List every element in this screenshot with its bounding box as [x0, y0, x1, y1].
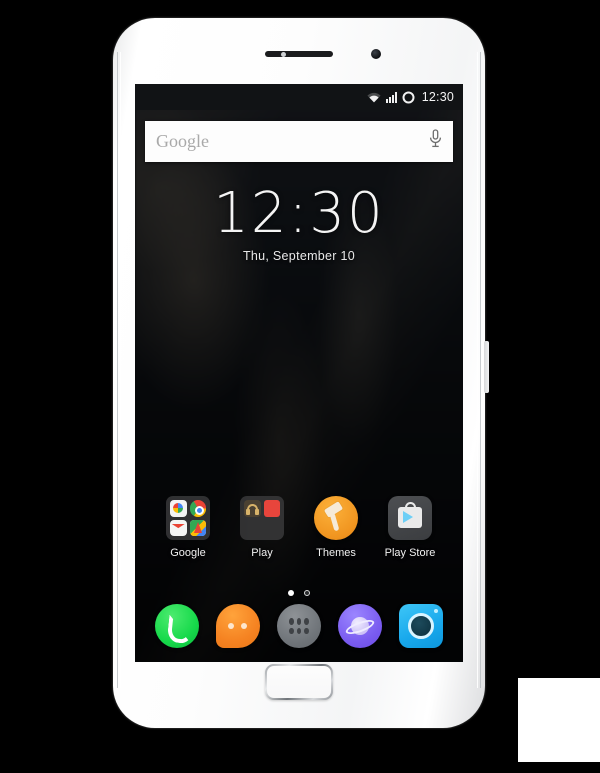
bubble-dot	[228, 623, 235, 629]
page-indicator	[135, 590, 463, 596]
paint-roller-icon	[314, 496, 358, 540]
dock-icon-camera[interactable]	[398, 604, 443, 648]
home-screen-app-row: Google Play Themes Play Store	[135, 496, 463, 559]
bag-body	[398, 507, 422, 528]
dock-icon-messages[interactable]	[216, 604, 261, 648]
phone-screen[interactable]: 12:30 Google 12:30 Thu, September 10 Goo…	[135, 84, 463, 662]
chrome-mini-icon	[189, 500, 206, 517]
app-icon-play-store[interactable]: Play Store	[379, 496, 441, 559]
clock-widget-time: 12:30	[213, 181, 385, 246]
camera-led	[433, 609, 438, 613]
clock-widget-date: Thu, September 10	[242, 249, 356, 263]
bezel-highlight-right-inner	[477, 52, 478, 688]
app-icon-play-folder[interactable]: Play	[231, 496, 293, 559]
folder-preview-google	[166, 496, 210, 540]
dock	[135, 604, 463, 648]
front-camera-lens	[371, 49, 381, 59]
play-store-bag-icon	[388, 496, 432, 540]
bubble-dot	[241, 623, 248, 629]
app-icon-google-folder[interactable]: Google	[157, 496, 219, 559]
play-movies-mini-icon	[263, 500, 280, 517]
app-icon-themes[interactable]: Themes	[305, 496, 367, 559]
search-input[interactable]: Google	[156, 131, 429, 152]
folder-empty-slot	[264, 520, 281, 537]
dock-icon-app-drawer[interactable]	[276, 604, 321, 648]
wifi-icon	[367, 92, 381, 103]
clock-widget[interactable]: 12:30 Thu, September 10	[135, 181, 463, 264]
page-dot-active[interactable]	[288, 590, 294, 596]
dock-icon-browser[interactable]	[337, 604, 382, 648]
bezel-highlight-right-outer	[480, 52, 481, 688]
microphone-icon[interactable]	[429, 129, 442, 154]
google-search-widget[interactable]: Google	[145, 121, 453, 162]
app-label: Themes	[316, 547, 356, 559]
app-drawer-dots-icon	[288, 618, 309, 634]
app-label: Google	[170, 547, 206, 559]
dock-icon-phone[interactable]	[155, 604, 200, 648]
home-button[interactable]	[265, 664, 333, 700]
play-music-mini-icon	[244, 500, 261, 517]
cellular-signal-icon	[385, 91, 397, 103]
folder-empty-slot	[244, 520, 261, 537]
earpiece-speaker	[265, 51, 333, 57]
phone-device-body: 12:30 Google 12:30 Thu, September 10 Goo…	[113, 18, 489, 728]
wallpaper	[135, 84, 463, 662]
volume-power-key[interactable]	[484, 341, 489, 393]
screenshot-canvas: 12:30 Google 12:30 Thu, September 10 Goo…	[0, 0, 600, 773]
status-bar[interactable]: 12:30	[135, 84, 463, 110]
folder-preview-play	[240, 496, 284, 540]
bezel-highlight-left-outer	[117, 52, 118, 688]
gmail-mini-icon	[170, 519, 187, 536]
maps-mini-icon	[189, 519, 206, 536]
camera-lens-icon	[407, 613, 434, 639]
bezel-highlight-left-inner	[120, 52, 121, 688]
app-label: Play	[251, 547, 273, 559]
paint-roller-handle	[329, 512, 340, 532]
page-dot-inactive[interactable]	[304, 590, 310, 596]
proximity-sensor	[281, 52, 286, 57]
battery-circle-icon	[402, 91, 415, 104]
blank-white-square	[518, 678, 600, 762]
app-label: Play Store	[384, 547, 436, 559]
status-bar-clock: 12:30	[421, 90, 454, 104]
google-search-mini-icon	[170, 500, 187, 517]
